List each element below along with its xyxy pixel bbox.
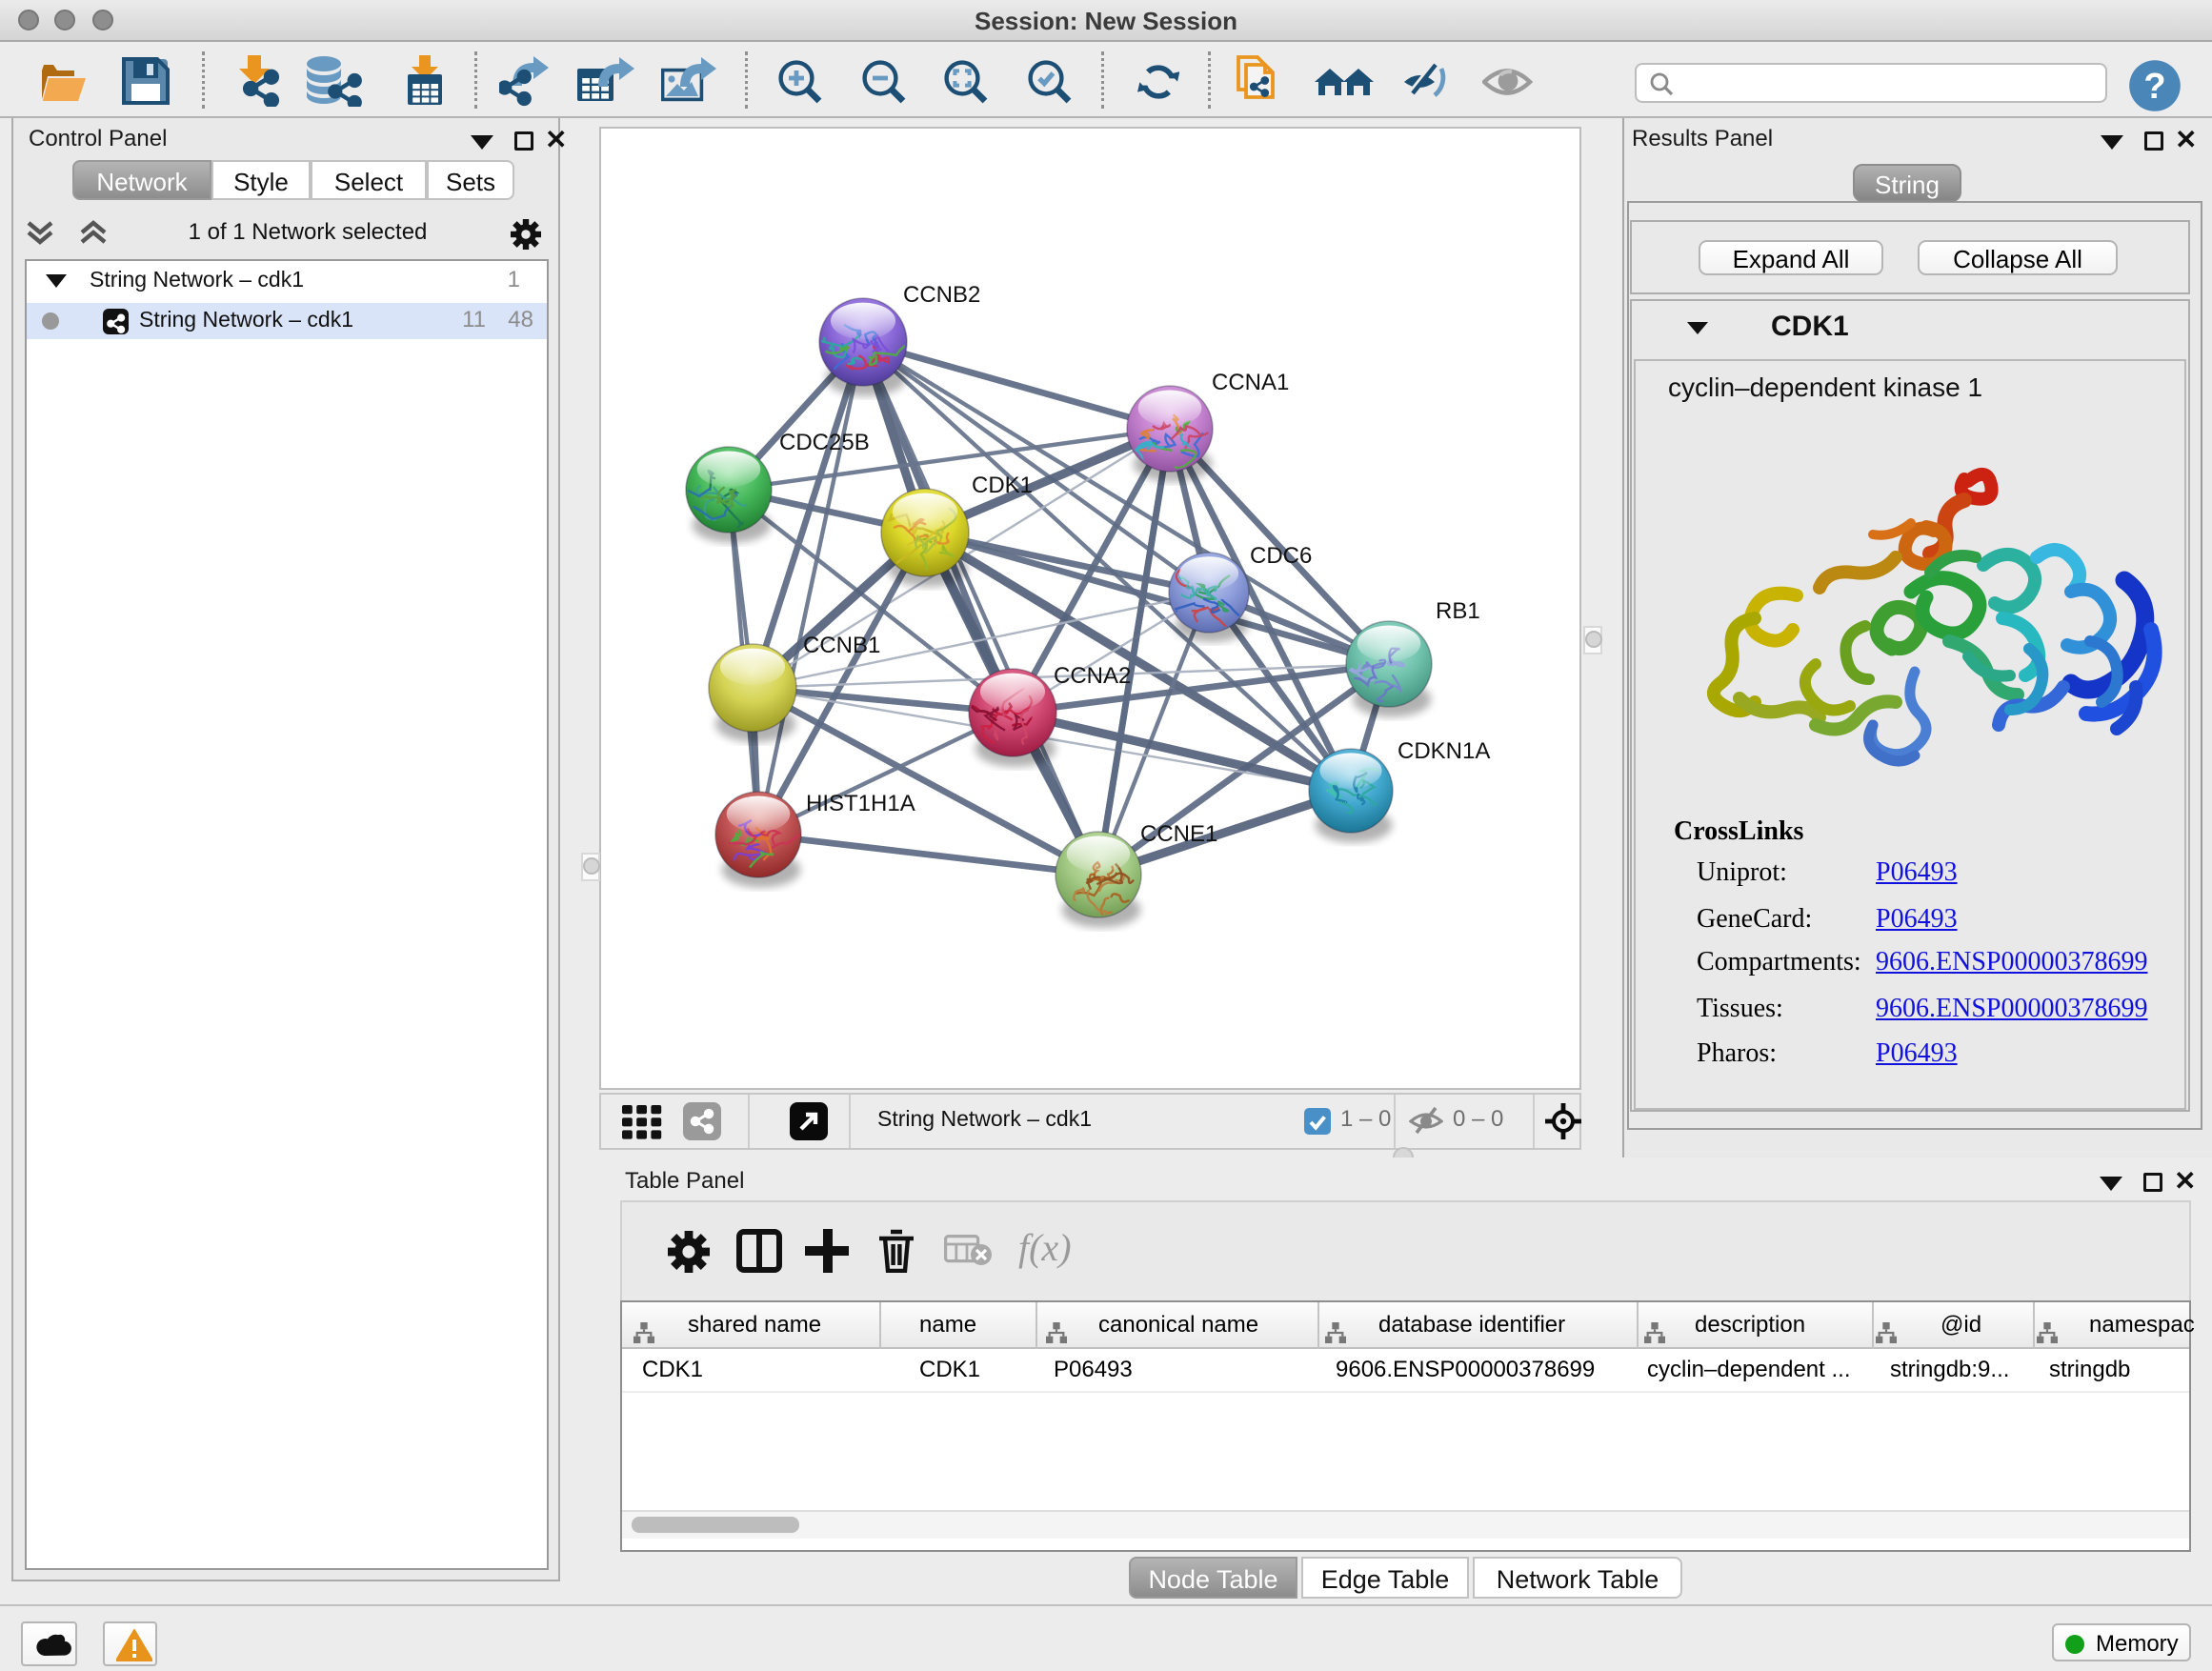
svg-text:CCNE1: CCNE1 [1140,821,1217,847]
svg-text:RB1: RB1 [1436,598,1480,624]
svg-text:CCNA2: CCNA2 [1054,663,1131,689]
svg-text:CCNA1: CCNA1 [1212,370,1289,395]
svg-text:?: ? [2143,67,2165,107]
svg-text:CDC6: CDC6 [1250,543,1312,569]
svg-text:CDK1: CDK1 [972,473,1033,498]
svg-text:CCNB2: CCNB2 [903,282,980,308]
svg-text:HIST1H1A: HIST1H1A [806,791,915,816]
svg-text:CDC25B: CDC25B [779,430,870,455]
svg-text:CDKN1A: CDKN1A [1398,738,1490,764]
svg-text:CCNB1: CCNB1 [803,633,880,658]
